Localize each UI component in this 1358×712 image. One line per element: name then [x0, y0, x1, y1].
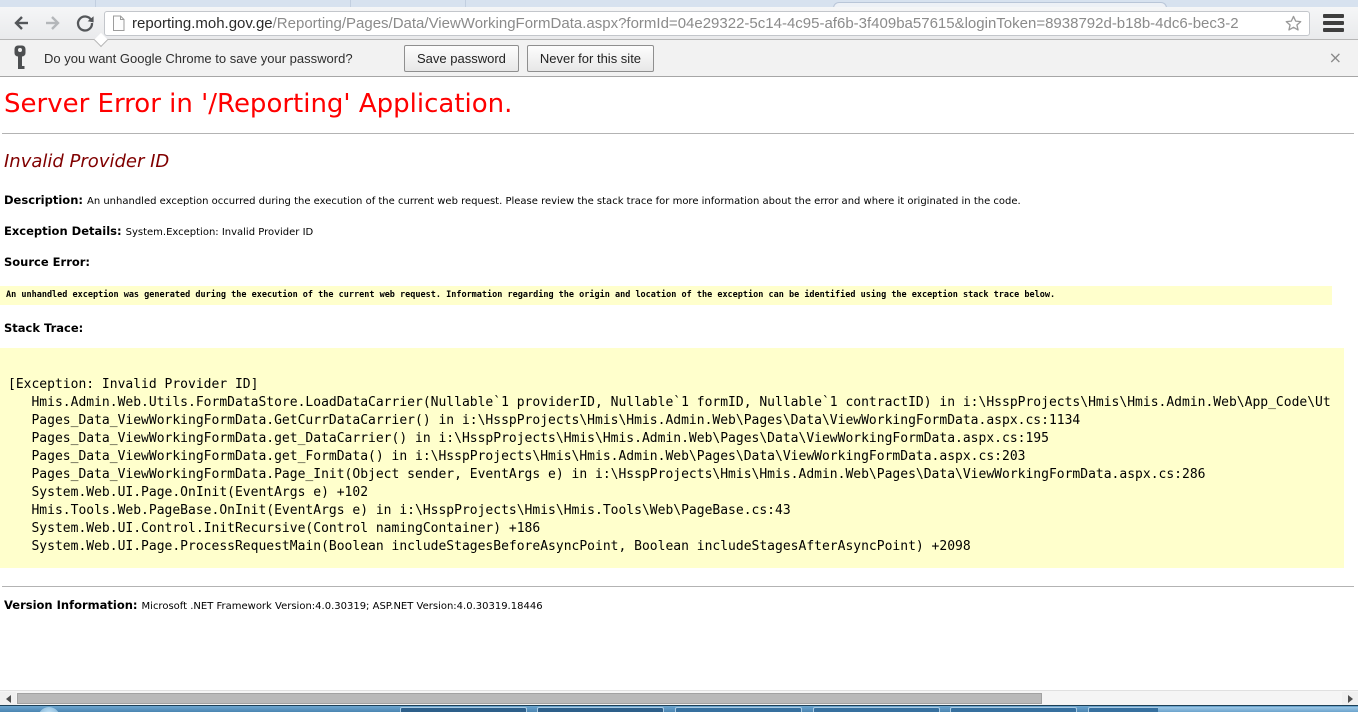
exception-details-label: Exception Details: — [4, 224, 122, 238]
description-label: Description: — [4, 193, 83, 207]
scrollbar-thumb[interactable] — [17, 693, 1042, 704]
stack-trace-row: Stack Trace: — [4, 322, 1358, 336]
exception-details-text: System.Exception: Invalid Provider ID — [126, 227, 314, 238]
version-info-label: Version Information: — [4, 598, 138, 612]
version-info-row: Version Information: Microsoft .NET Frame… — [4, 599, 1358, 613]
taskbar-button[interactable] — [950, 707, 1077, 712]
forward-arrow-icon — [43, 13, 63, 33]
description-row: Description: An unhandled exception occur… — [4, 194, 1358, 208]
source-error-label: Source Error: — [4, 255, 90, 269]
menu-button[interactable] — [1318, 10, 1350, 36]
bookmark-star-icon[interactable] — [1284, 14, 1303, 33]
divider — [2, 133, 1354, 134]
browser-toolbar: reporting.moh.gov.ge/Reporting/Pages/Dat… — [0, 7, 1358, 40]
browser-window: reporting.moh.gov.ge/Reporting/Pages/Dat… — [0, 0, 1358, 712]
scroll-right-button[interactable] — [1342, 692, 1358, 705]
horizontal-scrollbar[interactable] — [0, 690, 1358, 705]
tab-strip[interactable] — [0, 0, 1358, 7]
exception-details-row: Exception Details: System.Exception: Inva… — [4, 225, 1358, 239]
password-infobar: Do you want Google Chrome to save your p… — [0, 40, 1358, 77]
back-button[interactable] — [8, 10, 34, 36]
url-bar[interactable]: reporting.moh.gov.ge/Reporting/Pages/Dat… — [104, 11, 1310, 36]
never-for-site-button[interactable]: Never for this site — [527, 45, 654, 72]
reload-icon — [75, 13, 95, 33]
forward-button[interactable] — [40, 10, 66, 36]
menu-icon — [1323, 14, 1344, 18]
left-triangle-icon — [6, 695, 11, 703]
taskbar-button[interactable] — [675, 707, 802, 712]
tab-separator — [350, 0, 351, 7]
page-icon — [111, 15, 126, 32]
system-tray[interactable] — [1158, 707, 1358, 712]
infobar-close-icon[interactable]: × — [1329, 50, 1342, 66]
taskbar-button[interactable] — [813, 707, 940, 712]
divider — [2, 586, 1354, 587]
error-title: Server Error in '/Reporting' Application… — [4, 89, 1358, 119]
url-text[interactable]: reporting.moh.gov.ge/Reporting/Pages/Dat… — [132, 15, 1278, 32]
tab-separator — [95, 0, 96, 7]
description-text: An unhandled exception occurred during t… — [87, 196, 1021, 207]
version-info-text: Microsoft .NET Framework Version:4.0.303… — [142, 601, 543, 612]
back-arrow-icon — [11, 13, 31, 33]
key-icon — [12, 45, 38, 72]
url-host: reporting.moh.gov.ge — [132, 15, 273, 32]
taskbar-button[interactable] — [400, 707, 527, 712]
url-path: /Reporting/Pages/Data/ViewWorkingFormDat… — [273, 15, 1239, 32]
start-button[interactable] — [38, 707, 60, 712]
save-password-button[interactable]: Save password — [404, 45, 519, 72]
error-subtitle: Invalid Provider ID — [4, 150, 1358, 174]
stack-trace-label: Stack Trace: — [4, 321, 83, 335]
stack-trace-box: [Exception: Invalid Provider ID] Hmis.Ad… — [0, 348, 1344, 568]
error-page: Server Error in '/Reporting' Application… — [0, 77, 1358, 690]
right-triangle-icon — [1348, 695, 1353, 703]
tab-separator — [465, 0, 466, 7]
scroll-left-button[interactable] — [0, 692, 16, 705]
infobar-message: Do you want Google Chrome to save your p… — [44, 51, 390, 66]
source-error-row: Source Error: — [4, 256, 1358, 270]
reload-button[interactable] — [72, 10, 98, 36]
taskbar-button[interactable] — [537, 707, 664, 712]
source-error-box: An unhandled exception was generated dur… — [0, 286, 1332, 305]
windows-taskbar[interactable] — [0, 705, 1358, 712]
